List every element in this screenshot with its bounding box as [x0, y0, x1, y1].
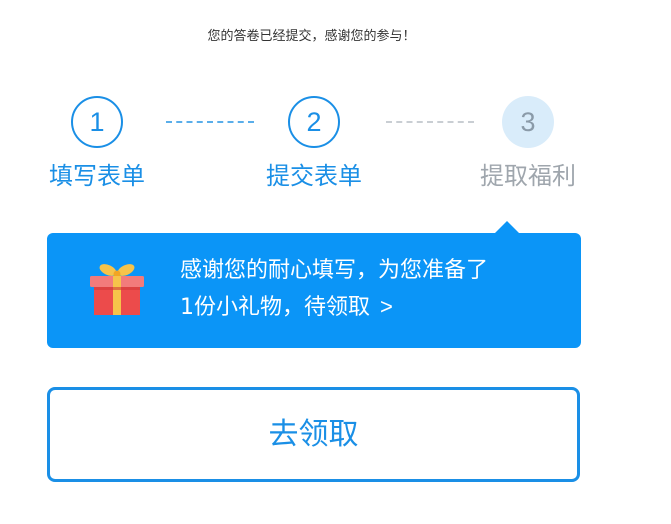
submission-notice: 您的答卷已经提交，感谢您的参与！ [207, 29, 416, 44]
claim-button[interactable]: 去领取 [47, 387, 580, 482]
step-1-label: 填写表单 [49, 162, 145, 190]
gift-message: 感谢您的耐心填写，为您准备了 1份小礼物，待领取 > [180, 253, 570, 326]
gift-message-line-2: 1份小礼物，待领取 > [180, 289, 570, 326]
step-3-circle: 3 [502, 96, 554, 148]
gift-message-line-1: 感谢您的耐心填写，为您准备了 [180, 258, 489, 283]
step-2-label: 提交表单 [266, 162, 362, 190]
gift-card[interactable]: 感谢您的耐心填写，为您准备了 1份小礼物，待领取 > [47, 233, 581, 348]
chevron-right-icon: > [380, 294, 393, 319]
step-connector-1 [166, 121, 254, 123]
step-3-label: 提取福利 [480, 162, 576, 190]
step-2-circle: 2 [288, 96, 340, 148]
gift-message-line-2-text: 1份小礼物，待领取 [180, 295, 370, 320]
step-connector-2 [386, 121, 474, 123]
step-1-circle: 1 [71, 96, 123, 148]
gift-card-pointer [495, 221, 519, 233]
gift-icon [88, 261, 146, 317]
